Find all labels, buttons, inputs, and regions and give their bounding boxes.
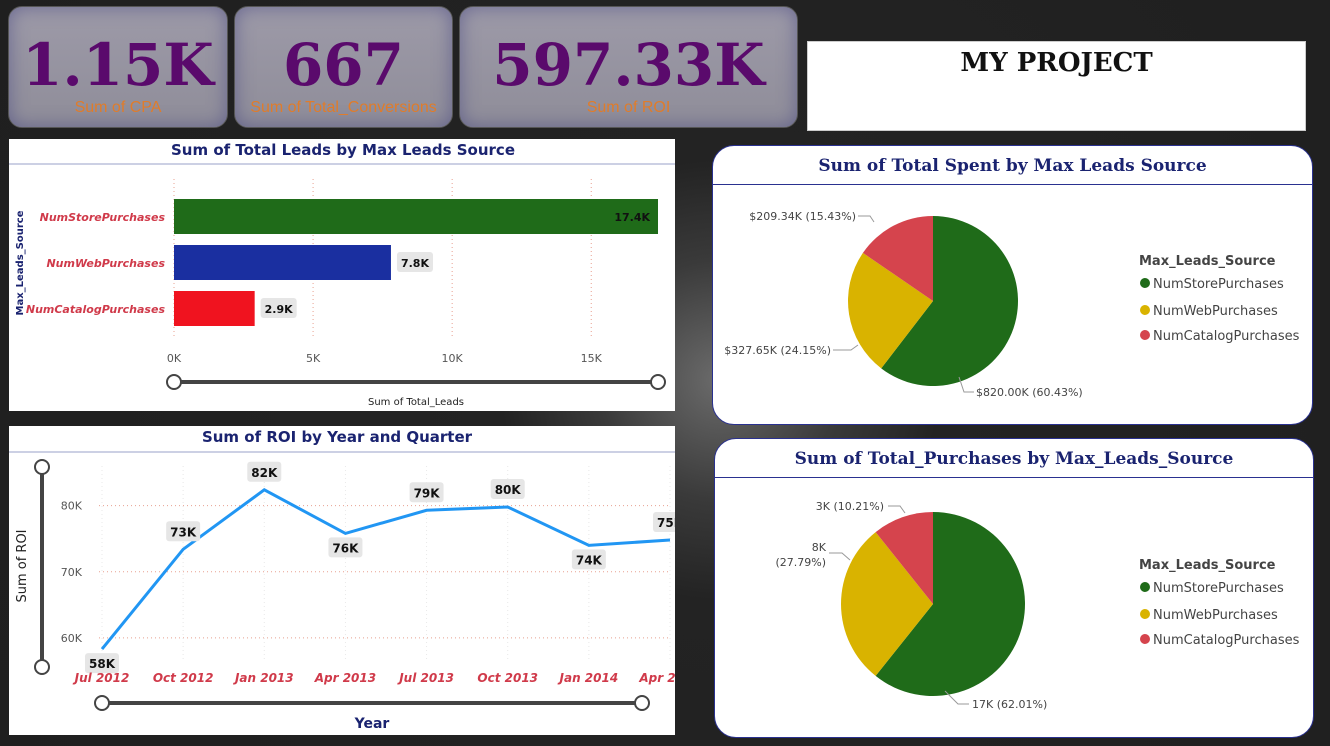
bar-x-tick-label: 0K <box>167 352 182 365</box>
legend-marker <box>1140 305 1150 315</box>
line-x-tick-label: Jan 2013 <box>233 671 294 685</box>
bar-zoom-slider-right-handle[interactable] <box>650 374 666 390</box>
line-y-tick-label: 70K <box>61 566 83 579</box>
kpi-card-roi: 597.33K Sum of ROI <box>459 6 798 128</box>
pie1-legend-title: Max_Leads_Source <box>1139 254 1276 269</box>
line-x-tick-label: Apr 2014 <box>638 671 675 685</box>
kpi-label: Sum of CPA <box>74 99 162 116</box>
legend-marker <box>1140 634 1150 644</box>
line-chart-title: Sum of ROI by Year and Quarter <box>202 428 473 446</box>
pie2-label-web-percent: (27.79%) <box>775 556 826 569</box>
pie1-label-web: $327.65K (24.15%) <box>724 344 831 357</box>
line-data-label: 76K <box>332 541 359 555</box>
bar-x-tick-label: 15K <box>581 352 603 365</box>
line-x-tick-label: Jul 2012 <box>73 671 130 685</box>
kpi-label: Sum of Total_Conversions <box>250 99 437 116</box>
line-data-label: 58K <box>89 657 116 671</box>
roi-line[interactable] <box>100 488 671 651</box>
pie-card-total-spent: Sum of Total Spent by Max Leads Source $… <box>712 145 1313 425</box>
bar-data-label: 17.4K <box>614 211 650 224</box>
pie2-legend-store[interactable]: NumStorePurchases <box>1153 581 1284 596</box>
pie2-legend-web[interactable]: NumWebPurchases <box>1153 608 1278 623</box>
project-title-card: MY PROJECT <box>807 41 1306 131</box>
line-zoom-slider-top-handle[interactable] <box>34 459 50 475</box>
line-x-tick-label: Jan 2014 <box>558 671 619 685</box>
bar-category-label: NumWebPurchases <box>46 257 165 270</box>
project-title: MY PROJECT <box>960 48 1153 78</box>
pie2-chart: 3K (10.21%) 8K (27.79%) 17K (62.01%) Max… <box>775 500 1300 711</box>
pie2-legend-catalog[interactable]: NumCatalogPurchases <box>1153 633 1300 648</box>
line-data-label: 79K <box>414 486 441 500</box>
pie1-label-catalog: $209.34K (15.43%) <box>749 210 856 223</box>
bar-NumWebPurchases[interactable] <box>174 245 391 280</box>
bar-chart: Sum of Total Leads by Max Leads Source M… <box>9 141 675 408</box>
pie1-label-store: $820.00K (60.43%) <box>976 386 1083 399</box>
pie1-chart: $209.34K (15.43%) $327.65K (24.15%) $820… <box>724 210 1300 399</box>
line-x-tick-label: Jul 2013 <box>397 671 454 685</box>
kpi-value: 1.15K <box>22 31 214 99</box>
bar-chart-title: Sum of Total Leads by Max Leads Source <box>171 141 515 159</box>
bar-chart-panel: Sum of Total Leads by Max Leads Source M… <box>9 139 675 411</box>
bar-x-tick-label: 10K <box>442 352 464 365</box>
bar-category-label: NumStorePurchases <box>40 211 166 224</box>
line-x-tick-label: Oct 2012 <box>153 671 214 685</box>
line-y-tick-label: 60K <box>61 632 83 645</box>
pie1-legend-store[interactable]: NumStorePurchases <box>1153 277 1284 292</box>
bar-NumCatalogPurchases[interactable] <box>174 291 255 326</box>
legend-marker <box>1140 330 1150 340</box>
line-y-tick-label: 80K <box>61 500 83 513</box>
kpi-card-cpa: 1.15K Sum of CPA <box>8 6 228 128</box>
kpi-card-conversions: 667 Sum of Total_Conversions <box>234 6 453 128</box>
pie2-legend-title: Max_Leads_Source <box>1139 558 1276 573</box>
line-chart: Sum of ROI by Year and Quarter Sum of RO… <box>9 428 701 732</box>
line-y-axis-label: Sum of ROI <box>15 529 30 602</box>
bar-x-tick-label: 5K <box>306 352 321 365</box>
pie1-title: Sum of Total Spent by Max Leads Source <box>713 146 1312 185</box>
line-zoom-slider-right-handle[interactable] <box>634 695 650 711</box>
bar-x-axis-label: Sum of Total_Leads <box>368 397 464 408</box>
kpi-value: 667 <box>282 31 405 99</box>
kpi-label: Sum of ROI <box>586 99 671 116</box>
legend-marker <box>1140 278 1150 288</box>
line-data-label: 73K <box>170 525 197 539</box>
pie-card-total-purchases: Sum of Total_Purchases by Max_Leads_Sour… <box>714 438 1314 738</box>
bar-data-label: 2.9K <box>265 303 293 316</box>
line-data-label: 74K <box>576 553 603 567</box>
line-chart-panel: Sum of ROI by Year and Quarter Sum of RO… <box>9 426 701 735</box>
line-zoom-slider-left-handle[interactable] <box>94 695 110 711</box>
line-x-tick-label: Oct 2013 <box>477 671 538 685</box>
pie2-label-store: 17K (62.01%) <box>972 698 1047 711</box>
line-data-label: 82K <box>251 466 278 480</box>
bar-category-label: NumCatalogPurchases <box>26 303 166 316</box>
legend-marker <box>1140 582 1150 592</box>
pie2-title: Sum of Total_Purchases by Max_Leads_Sour… <box>715 439 1313 478</box>
kpi-value: 597.33K <box>492 31 765 99</box>
line-x-axis-label: Year <box>354 716 390 732</box>
bar-y-axis-label: Max_Leads_Source <box>15 210 26 315</box>
bar-zoom-slider-left-handle[interactable] <box>166 374 182 390</box>
legend-marker <box>1140 609 1150 619</box>
line-zoom-slider-bottom-handle[interactable] <box>34 659 50 675</box>
pie1-legend-web[interactable]: NumWebPurchases <box>1153 304 1278 319</box>
pie2-label-web-value: 8K <box>812 541 827 554</box>
pie2-label-catalog: 3K (10.21%) <box>816 500 884 513</box>
pie1-legend-catalog[interactable]: NumCatalogPurchases <box>1153 329 1300 344</box>
bar-data-label: 7.8K <box>401 257 429 270</box>
bar-NumStorePurchases[interactable] <box>174 199 658 234</box>
line-data-label: 80K <box>495 483 522 497</box>
line-x-tick-label: Apr 2013 <box>314 671 376 685</box>
line-data-label: 75K <box>657 516 675 530</box>
